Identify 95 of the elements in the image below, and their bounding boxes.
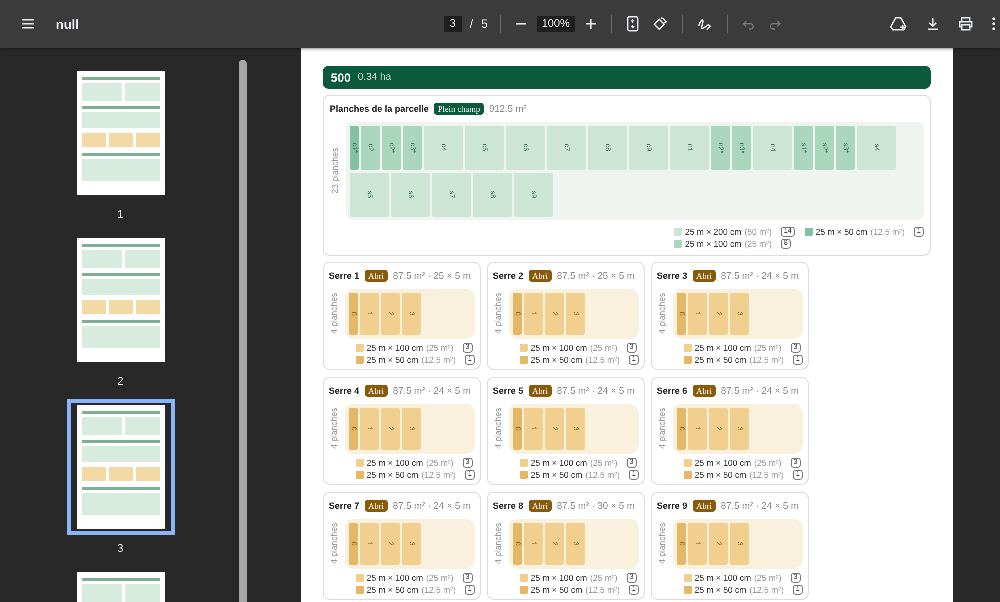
- card-title: Serre 8: [493, 501, 524, 511]
- bed-count: 23 planches: [330, 148, 341, 194]
- legend-area: (25 m²): [754, 343, 782, 353]
- legend-area: (25 m²): [590, 343, 618, 353]
- area-text: 87.5 m² · 30 × 5 m: [557, 500, 636, 512]
- legend-size: 25 m × 50 cm: [530, 470, 583, 480]
- page-thumbnail[interactable]: [66, 399, 174, 535]
- area-text: 87.5 m² · 24 × 5 m: [721, 500, 800, 512]
- legend-size: 25 m × 50 cm: [530, 355, 583, 365]
- legend-area: (12.5 m²): [750, 470, 784, 480]
- area-text: 87.5 m² · 24 × 5 m: [721, 386, 800, 396]
- document-title: null: [56, 16, 80, 32]
- tag: Abri: [364, 500, 388, 512]
- tag: Abri: [364, 270, 388, 282]
- legend-size: 25 m × 50 cm: [366, 355, 419, 365]
- zoom-field[interactable]: 100%: [537, 16, 576, 32]
- card-title: Serre 4: [329, 386, 360, 396]
- card-title: Serre 9: [657, 501, 688, 511]
- card-title: Serre 1: [329, 271, 360, 281]
- legend-area: (25 m²): [590, 573, 618, 583]
- legend-size: 25 m × 100 cm: [530, 573, 588, 583]
- legend-size: 25 m × 100 cm: [530, 343, 588, 353]
- tag: Abri: [528, 270, 552, 282]
- legend-area: (12.5 m²): [586, 470, 620, 480]
- card-title: Planches de la parcelle: [330, 104, 430, 114]
- area-text: 87.5 m² · 24 × 5 m: [393, 386, 472, 396]
- area-text: 87.5 m² · 24 × 5 m: [721, 270, 800, 282]
- area-text: 87.5 m² · 25 × 5 m: [393, 270, 472, 282]
- legend-size: 25 m × 100 cm: [366, 458, 424, 468]
- legend-area: (50 m²): [744, 227, 772, 237]
- bed-count: 4 planches: [329, 293, 340, 335]
- page-count: 5: [481, 17, 488, 31]
- card-title: Serre 3: [657, 271, 688, 281]
- plot-area: 0.34 ha: [358, 72, 392, 83]
- legend-size: 25 m × 50 cm: [694, 585, 747, 595]
- legend-size: 25 m × 50 cm: [366, 470, 419, 480]
- legend-size: 25 m × 50 cm: [530, 585, 583, 595]
- legend-size: 25 m × 100 cm: [685, 239, 742, 249]
- bed-count: 4 planches: [493, 408, 504, 450]
- bed-count: 4 planches: [657, 408, 668, 450]
- bed-count: 4 planches: [657, 293, 668, 335]
- legend-size: 25 m × 50 cm: [694, 355, 747, 365]
- tag: Abri: [692, 385, 716, 397]
- page-number: 2: [117, 376, 124, 390]
- legend-area: (25 m²): [426, 458, 454, 468]
- page-number: 1: [117, 209, 124, 223]
- card-title: Serre 5: [493, 386, 524, 396]
- legend-area: (25 m²): [426, 573, 454, 583]
- page-number: 3: [117, 543, 124, 557]
- legend-area: (25 m²): [590, 458, 618, 468]
- plot-number: 500: [331, 70, 352, 84]
- area-text: 87.5 m² · 24 × 5 m: [557, 386, 636, 396]
- legend-area: (12.5 m²): [586, 355, 620, 365]
- page-separator: /: [470, 17, 474, 31]
- area-text: 87.5 m² · 24 × 5 m: [393, 500, 472, 512]
- tag: Abri: [364, 385, 388, 397]
- legend-area: (25 m²): [744, 239, 772, 249]
- legend-size: 25 m × 100 cm: [694, 343, 752, 353]
- area-text: 87.5 m² · 25 × 5 m: [557, 270, 636, 282]
- bed-count: 4 planches: [329, 408, 340, 450]
- bed-count: 4 planches: [493, 293, 504, 335]
- tag: Abri: [692, 270, 716, 282]
- page-number-field[interactable]: 3: [444, 16, 462, 32]
- legend-size: 25 m × 100 cm: [530, 458, 588, 468]
- tag: Abri: [528, 500, 552, 512]
- bed-count: 4 planches: [329, 523, 340, 565]
- legend-area: (12.5 m²): [422, 470, 456, 480]
- card-title: Serre 6: [657, 386, 688, 396]
- tag: Abri: [692, 500, 716, 512]
- legend-area: (25 m²): [754, 458, 782, 468]
- legend-area: (12.5 m²): [750, 355, 784, 365]
- legend-size: 25 m × 200 cm: [685, 227, 742, 237]
- tag: Plein champ: [434, 103, 484, 115]
- legend-size: 25 m × 50 cm: [816, 227, 868, 237]
- legend-area: (12.5 m²): [586, 585, 620, 595]
- scrollbar-thumb[interactable]: [239, 60, 247, 602]
- legend-size: 25 m × 100 cm: [366, 573, 424, 583]
- legend-area: (25 m²): [754, 573, 782, 583]
- legend-area: (12.5 m²): [870, 227, 906, 237]
- legend-size: 25 m × 50 cm: [694, 470, 747, 480]
- legend-size: 25 m × 100 cm: [366, 343, 424, 353]
- card-title: Serre 2: [493, 271, 524, 281]
- legend-area: (12.5 m²): [422, 585, 456, 595]
- legend-size: 25 m × 50 cm: [366, 585, 419, 595]
- bed-count: 4 planches: [657, 523, 668, 565]
- area-text: 912.5 m²: [489, 104, 527, 114]
- legend-area: (12.5 m²): [422, 355, 456, 365]
- card-title: Serre 7: [329, 501, 360, 511]
- legend-area: (25 m²): [426, 343, 454, 353]
- more-icon[interactable]: [990, 15, 998, 33]
- legend-size: 25 m × 100 cm: [694, 458, 752, 468]
- bed-count: 4 planches: [493, 523, 504, 565]
- tag: Abri: [528, 385, 552, 397]
- legend-area: (12.5 m²): [750, 585, 784, 595]
- legend-size: 25 m × 100 cm: [694, 573, 752, 583]
